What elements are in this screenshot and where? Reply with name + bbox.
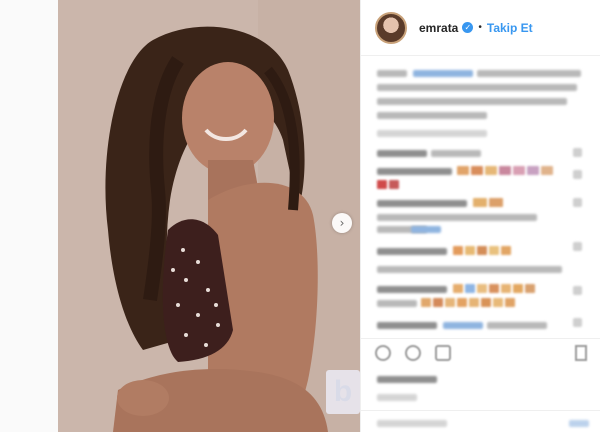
instagram-post-frame: › emrata ✓ • Takip Et b: [0, 0, 600, 432]
heart-icon[interactable]: [573, 242, 582, 251]
photo-illustration: [58, 0, 360, 432]
action-bar: [375, 345, 451, 367]
watermark-glyph: b: [333, 375, 353, 408]
follow-button[interactable]: Takip Et: [487, 21, 533, 35]
post-photo[interactable]: ›: [58, 0, 360, 432]
heart-icon[interactable]: [573, 286, 582, 295]
separator-dot: •: [478, 22, 482, 33]
next-photo-button[interactable]: ›: [332, 213, 352, 233]
username-link[interactable]: emrata: [419, 21, 458, 35]
heart-icon[interactable]: [573, 198, 582, 207]
comment-icon[interactable]: [405, 345, 421, 361]
heart-icon[interactable]: [573, 170, 582, 179]
add-comment-blurred[interactable]: [377, 420, 447, 427]
watermark-logo: b: [326, 370, 360, 414]
avatar[interactable]: [375, 11, 407, 44]
share-icon[interactable]: [435, 345, 451, 361]
heart-icon[interactable]: [375, 345, 391, 361]
post-side-panel: emrata ✓ • Takip Et: [360, 0, 600, 432]
divider: [361, 338, 600, 339]
post-header: emrata ✓ • Takip Et: [361, 0, 600, 56]
heart-icon[interactable]: [573, 318, 582, 327]
likes-count-blurred: [377, 376, 437, 383]
bookmark-icon[interactable]: [575, 345, 587, 361]
post-comment-blurred[interactable]: [569, 420, 589, 427]
chevron-right-icon: ›: [339, 216, 345, 230]
divider: [361, 410, 600, 411]
heart-icon[interactable]: [573, 148, 582, 157]
verified-icon: ✓: [462, 22, 474, 33]
timestamp-blurred: [377, 394, 417, 401]
